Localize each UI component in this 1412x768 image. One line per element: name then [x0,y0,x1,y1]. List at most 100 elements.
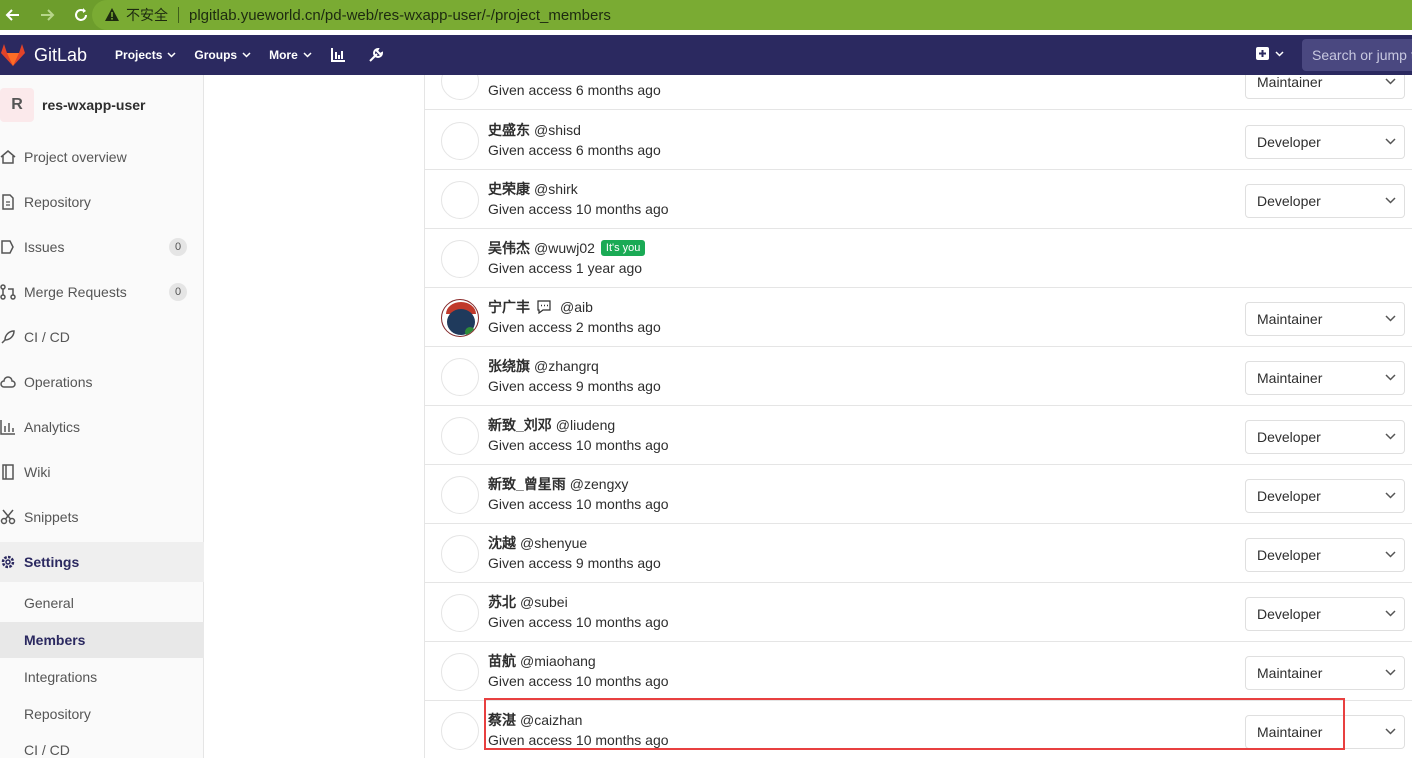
reload-icon[interactable] [70,4,92,26]
avatar[interactable] [441,594,479,632]
member-fullname[interactable]: 新致_曾星雨 [488,474,566,494]
sidebar-item-merge-requests[interactable]: Merge Requests 0 [0,272,204,312]
sidebar-item-settings[interactable]: Settings [0,542,204,582]
table-row: 吴伟杰 @wuwj02 It's you Given access 1 year a… [425,229,1412,288]
sidebar-item-label: Operations [24,374,93,390]
sidebar-item-label: Repository [24,194,91,210]
avatar[interactable] [441,240,479,278]
role-label: Maintainer [1257,370,1323,386]
sidebar-item-project-overview[interactable]: Project overview [0,137,204,177]
sidebar-item-snippets[interactable]: Snippets [0,497,204,537]
avatar[interactable] [441,476,479,514]
settings-sub-general[interactable]: General [0,585,204,621]
member-fullname[interactable]: 史荣康 [488,179,530,199]
member-name: 新致_曾星雨 @zengxy [488,474,628,494]
chevron-down-icon [303,52,312,58]
access-info: Given access 9 months ago [488,378,661,394]
sidebar-item-label: Snippets [24,509,79,525]
role-dropdown[interactable]: Maintainer [1245,715,1405,749]
avatar[interactable] [441,535,479,573]
role-label: Developer [1257,193,1321,209]
table-row: 史荣康 @shirk Given access 10 months ago Dev… [425,170,1412,229]
sidebar-item-label: Settings [24,554,80,570]
custom-avatar-image [442,300,478,336]
role-dropdown[interactable]: Maintainer [1245,361,1405,395]
status-comment-icon [537,300,551,314]
settings-sub-ci-cd[interactable]: CI / CD [0,732,204,768]
role-label: Maintainer [1257,311,1323,327]
member-name: 张绕旗 @zhangrq [488,356,599,376]
settings-sub-integrations[interactable]: Integrations [0,659,204,695]
avatar[interactable] [441,181,479,219]
role-dropdown[interactable]: Developer [1245,125,1405,159]
merge-request-icon [0,284,24,300]
forward-icon[interactable] [36,4,58,26]
back-icon[interactable] [2,4,24,26]
access-info: Given access 6 months ago [488,82,661,98]
more-menu[interactable]: More [269,48,312,62]
admin-wrench-icon[interactable] [368,47,384,63]
projects-menu-label: Projects [115,48,163,62]
sidebar-item-wiki[interactable]: Wiki [0,452,204,492]
member-fullname[interactable]: 史盛东 [488,120,530,140]
avatar[interactable] [441,358,479,396]
chevron-down-icon [1385,78,1396,85]
projects-menu[interactable]: Projects [115,48,176,62]
role-dropdown[interactable]: Maintainer [1245,656,1405,690]
role-dropdown[interactable]: Developer [1245,184,1405,218]
member-fullname[interactable]: 沈越 [488,533,516,553]
avatar[interactable] [441,299,479,337]
sidebar-item-label: Merge Requests [24,284,127,300]
chevron-down-icon [1275,50,1284,57]
role-dropdown[interactable]: Developer [1245,420,1405,454]
sidebar-item-operations[interactable]: Operations [0,362,204,402]
groups-menu-label: Groups [194,48,238,62]
member-name: 沈越 @shenyue [488,533,587,553]
search-input[interactable]: Search or jump to… [1302,39,1412,71]
role-label: Developer [1257,606,1321,622]
role-dropdown[interactable]: Developer [1245,538,1405,572]
new-dropdown[interactable] [1256,47,1284,60]
avatar[interactable] [441,75,479,100]
table-row: 史盛东 @shisd Given access 6 months ago Deve… [425,111,1412,170]
sidebar-item-repository[interactable]: Repository [0,182,204,222]
sidebar-item-label: CI / CD [24,329,70,345]
member-fullname[interactable]: 宁广丰 [488,297,530,317]
role-dropdown[interactable]: Maintainer [1245,302,1405,336]
activity-chart-icon[interactable] [330,47,346,63]
access-info: Given access 10 months ago [488,496,669,512]
member-fullname[interactable]: 吴伟杰 [488,238,530,258]
member-fullname[interactable]: 张绕旗 [488,356,530,376]
member-fullname[interactable]: 苏北 [488,592,516,612]
member-username: @shirk [534,181,578,197]
url-divider [178,7,179,23]
avatar[interactable] [441,712,479,750]
avatar[interactable] [441,122,479,160]
project-header[interactable]: R res-wxapp-user [0,75,203,135]
avatar[interactable] [441,417,479,455]
member-fullname[interactable]: 苗航 [488,651,516,671]
member-fullname[interactable]: 新致_刘邓 [488,415,552,435]
sidebar-item-ci-cd[interactable]: CI / CD [0,317,204,357]
member-username: @aib [560,299,593,315]
settings-sub-members[interactable]: Members [0,622,204,658]
settings-sub-repository[interactable]: Repository [0,696,204,732]
chevron-down-icon [1385,610,1396,617]
role-dropdown[interactable]: Developer [1245,597,1405,631]
address-bar[interactable]: 不安全 plgitlab.yueworld.cn/pd-web/res-wxap… [92,0,1412,30]
gitlab-logo[interactable]: GitLab [0,43,115,67]
avatar[interactable] [441,653,479,691]
role-label: Maintainer [1257,724,1323,740]
access-info: Given access 6 months ago [488,142,661,158]
role-dropdown[interactable]: Maintainer [1245,75,1405,99]
chevron-down-icon [167,52,176,58]
groups-menu[interactable]: Groups [194,48,251,62]
warning-icon [105,8,119,21]
member-name: 吴伟杰 @wuwj02 It's you [488,238,646,258]
sidebar-item-analytics[interactable]: Analytics [0,407,204,447]
member-fullname[interactable]: 蔡湛 [488,710,516,730]
sidebar-item-issues[interactable]: Issues 0 [0,227,204,267]
chevron-down-icon [1385,669,1396,676]
role-dropdown[interactable]: Developer [1245,479,1405,513]
issues-count-badge: 0 [169,238,187,256]
